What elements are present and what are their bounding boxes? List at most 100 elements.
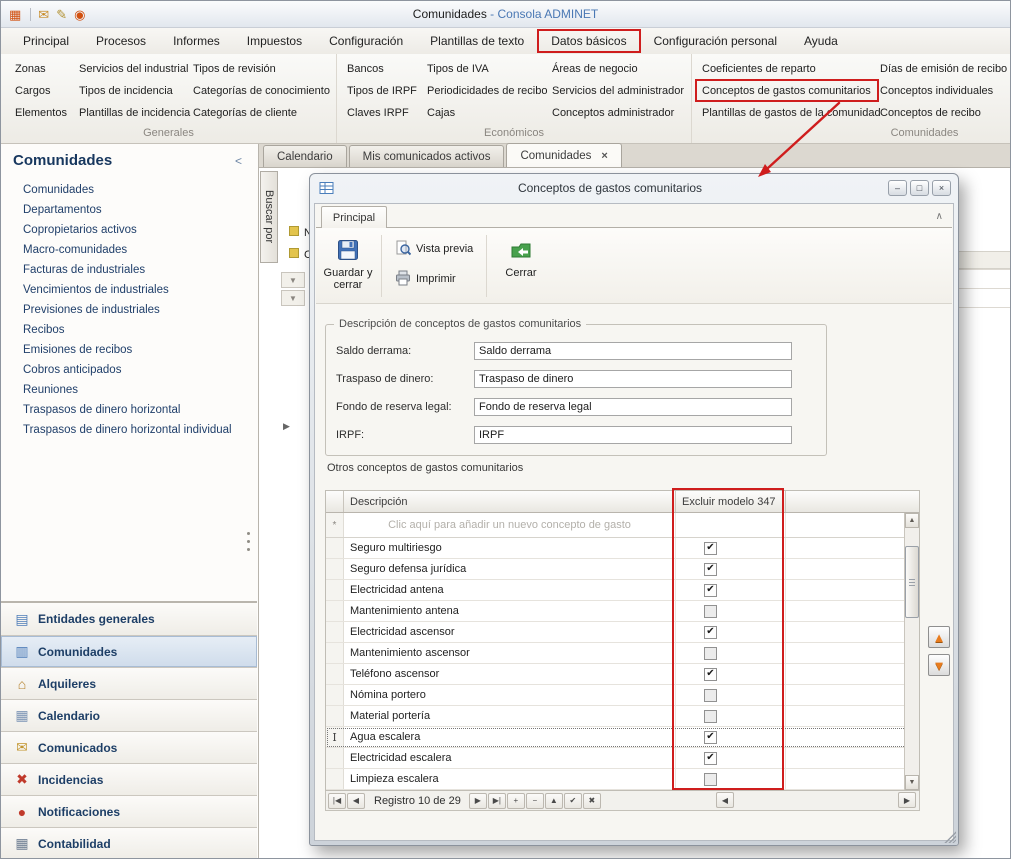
row-description[interactable]: Seguro multiriesgo (344, 538, 676, 558)
restore-button[interactable]: □ (910, 180, 929, 196)
field-input[interactable] (474, 342, 792, 360)
navigator-button[interactable]: |◀ (328, 793, 346, 809)
row-description[interactable]: Mantenimiento ascensor (344, 643, 676, 663)
tab-close-icon[interactable]: × (601, 150, 607, 162)
scroll-up-icon[interactable]: ▲ (905, 513, 919, 528)
sidebar-item[interactable]: Cobros anticipados (1, 360, 257, 380)
ribbon-link[interactable]: Periodicidades de recibo (427, 81, 547, 103)
ribbon-link[interactable]: Servicios del administrador (552, 81, 684, 103)
navigator-edit-button[interactable]: ▲ (545, 793, 563, 809)
sidebar-item[interactable]: Previsiones de industriales (1, 300, 257, 320)
row-selector[interactable] (326, 559, 344, 579)
ribbon-link[interactable]: Plantillas de gastos de la comunidad (702, 103, 881, 125)
dialog-titlebar[interactable]: Conceptos de gastos comunitarios –□× (310, 174, 958, 202)
navigator-button[interactable]: ▶| (488, 793, 506, 809)
menu-item[interactable]: Impuestos (235, 31, 314, 51)
excluir-checkbox[interactable] (704, 647, 717, 660)
excluir-checkbox[interactable] (704, 731, 717, 744)
ribbon-link[interactable]: Conceptos individuales (880, 81, 1007, 103)
field-input[interactable] (474, 398, 792, 416)
sidebar-nav-item[interactable]: ▤ Entidades generales (1, 603, 257, 635)
row-selector[interactable] (326, 601, 344, 621)
tab-principal[interactable]: Principal (321, 206, 387, 228)
preview-button[interactable]: Vista previa (388, 237, 480, 261)
row-selector[interactable] (326, 622, 344, 642)
collapse-panel-icon[interactable]: ∧ (936, 211, 943, 222)
row-description[interactable]: Material portería (344, 706, 676, 726)
ribbon-link[interactable]: Días de emisión de recibo (880, 59, 1007, 81)
document-tab[interactable]: Mis comunicados activos × (349, 145, 505, 167)
ribbon-link[interactable]: Conceptos administrador (552, 103, 684, 125)
row-selector[interactable] (326, 706, 344, 726)
save-and-close-button[interactable]: Guardar y cerrar (321, 233, 375, 299)
sidebar-item[interactable]: Facturas de industriales (1, 260, 257, 280)
row-description[interactable]: Teléfono ascensor (344, 664, 676, 684)
sidebar-item[interactable]: Traspasos de dinero horizontal individua… (1, 420, 257, 440)
sidebar-nav-item[interactable]: ✖ Incidencias (1, 763, 257, 795)
grid-header-descripcion[interactable]: Descripción (344, 491, 676, 512)
row-description[interactable]: Electricidad antena (344, 580, 676, 600)
ribbon-link[interactable]: Zonas (15, 59, 67, 81)
sidebar-item[interactable]: Emisiones de recibos (1, 340, 257, 360)
ribbon-link[interactable]: Áreas de negocio (552, 59, 684, 81)
menu-item[interactable]: Principal (11, 31, 81, 51)
menu-item[interactable]: Plantillas de texto (418, 31, 536, 51)
grid-row[interactable]: Mantenimiento antena (326, 601, 919, 622)
sidebar-item[interactable]: Macro-comunidades (1, 240, 257, 260)
feed-icon[interactable]: ◉ (74, 8, 85, 21)
sidebar-item[interactable]: Recibos (1, 320, 257, 340)
ribbon-link[interactable]: Cargos (15, 81, 67, 103)
grid-row[interactable]: Nómina portero (326, 685, 919, 706)
grid-row[interactable]: Seguro defensa jurídica (326, 559, 919, 580)
menu-item[interactable]: Configuración (317, 31, 415, 51)
navigator-edit-button[interactable]: + (507, 793, 525, 809)
row-description[interactable]: Electricidad ascensor (344, 622, 676, 642)
ribbon-link[interactable]: Tipos de IRPF (347, 81, 417, 103)
ribbon-link[interactable]: Categorías de cliente (193, 103, 330, 125)
grid-row[interactable]: Seguro multiriesgo (326, 538, 919, 559)
grid-row[interactable]: Agua escalera (326, 727, 919, 748)
row-description[interactable]: Agua escalera (344, 727, 676, 747)
resize-grip[interactable] (943, 830, 956, 843)
sidebar-item[interactable]: Reuniones (1, 380, 257, 400)
notes-icon[interactable]: ✎ (56, 8, 67, 21)
ribbon-link[interactable]: Coeficientes de reparto (702, 59, 881, 81)
ribbon-link[interactable]: Bancos (347, 59, 417, 81)
field-input[interactable] (474, 426, 792, 444)
app-icon[interactable]: ▦ (9, 8, 31, 21)
menu-item[interactable]: Informes (161, 31, 232, 51)
menu-item[interactable]: Datos básicos (539, 31, 638, 51)
row-selector[interactable] (326, 664, 344, 684)
navigator-button[interactable]: ▶ (469, 793, 487, 809)
excluir-checkbox[interactable] (704, 542, 717, 555)
grid-row[interactable]: Electricidad escalera (326, 748, 919, 769)
sidebar-nav-item[interactable]: ▥ Comunidades (1, 635, 257, 667)
close-button[interactable]: × (932, 180, 951, 196)
row-selector[interactable] (326, 685, 344, 705)
sidebar-item[interactable]: Departamentos (1, 200, 257, 220)
ribbon-link[interactable]: Tipos de revisión (193, 59, 330, 81)
menu-item[interactable]: Configuración personal (642, 31, 789, 51)
row-description[interactable]: Mantenimiento antena (344, 601, 676, 621)
grid-vertical-scrollbar[interactable]: ▲ ▼ (904, 513, 919, 790)
search-side-tab[interactable]: Buscar por (260, 171, 278, 263)
ribbon-link[interactable]: Conceptos de gastos comunitarios (702, 81, 881, 103)
row-selector[interactable] (326, 769, 344, 789)
move-row-down-button[interactable]: ▼ (928, 654, 950, 676)
grid-new-row[interactable]: * Clic aquí para añadir un nuevo concept… (326, 513, 919, 538)
sidebar-nav-item[interactable]: ✉ Comunicados (1, 731, 257, 763)
excluir-checkbox[interactable] (704, 710, 717, 723)
sidebar-nav-item[interactable]: ● Notificaciones (1, 795, 257, 827)
navigator-button[interactable]: ◀ (347, 793, 365, 809)
close-button[interactable]: Cerrar (494, 233, 548, 299)
navigator-edit-button[interactable]: − (526, 793, 544, 809)
row-selector[interactable] (326, 643, 344, 663)
excluir-checkbox[interactable] (704, 563, 717, 576)
excluir-checkbox[interactable] (704, 689, 717, 702)
row-selector[interactable] (326, 580, 344, 600)
row-description[interactable]: Nómina portero (344, 685, 676, 705)
sidebar-item[interactable]: Copropietarios activos (1, 220, 257, 240)
grid-row[interactable]: Limpieza escalera (326, 769, 919, 790)
menu-item[interactable]: Procesos (84, 31, 158, 51)
document-tab[interactable]: Comunidades × (506, 143, 621, 167)
